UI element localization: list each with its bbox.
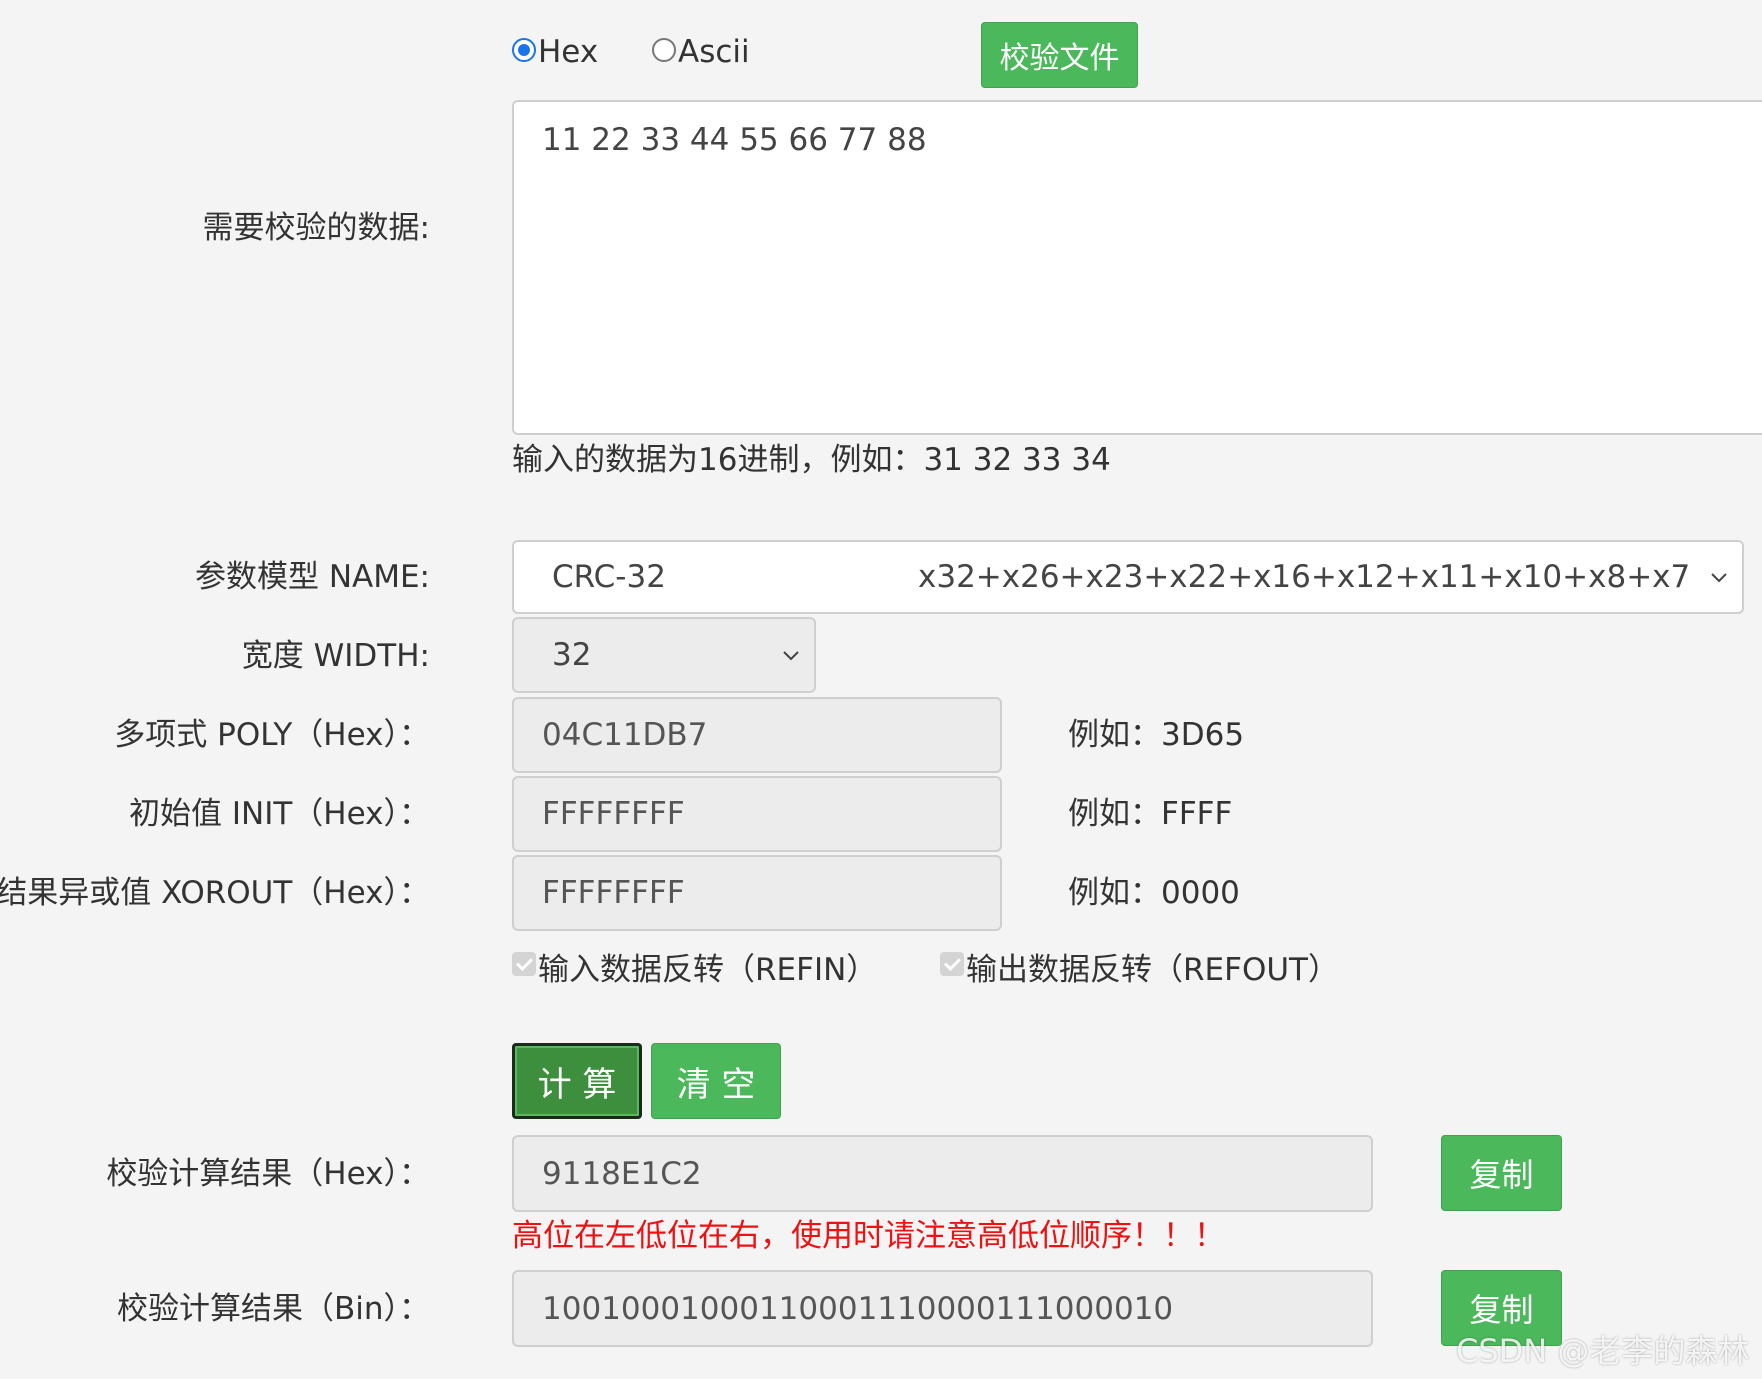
data-input-value: 11 22 33 44 55 66 77 88 bbox=[542, 122, 927, 158]
result-hex-value: 9118E1C2 bbox=[542, 1155, 702, 1192]
ascii-radio-label: Ascii bbox=[678, 34, 750, 70]
init-input-value: FFFFFFFF bbox=[542, 796, 685, 832]
width-select[interactable]: 32 bbox=[512, 617, 816, 693]
data-input-hint: 输入的数据为16进制，例如：31 32 33 34 bbox=[512, 442, 1111, 478]
verify-file-button[interactable]: 校验文件 bbox=[981, 22, 1138, 88]
copy-hex-button[interactable]: 复制 bbox=[1441, 1135, 1562, 1211]
data-input-textarea[interactable]: 11 22 33 44 55 66 77 88 bbox=[512, 100, 1762, 435]
chevron-down-icon bbox=[1711, 573, 1727, 583]
xorout-input-value: FFFFFFFF bbox=[542, 875, 685, 911]
poly-label: 多项式 POLY（Hex）： bbox=[114, 717, 430, 753]
xorout-label: 结果异或值 XOROUT（Hex）： bbox=[0, 875, 430, 911]
ascii-radio-circle[interactable] bbox=[652, 38, 676, 62]
poly-input[interactable]: 04C11DB7 bbox=[512, 697, 1002, 773]
hex-radio[interactable]: Hex bbox=[512, 32, 598, 72]
order-warning: 高位在左低位在右，使用时请注意高低位顺序！！！ bbox=[512, 1218, 1225, 1254]
watermark: CSDN @老李的森林 bbox=[1456, 1332, 1750, 1370]
result-hex-label: 校验计算结果（Hex）： bbox=[106, 1156, 430, 1192]
width-select-value: 32 bbox=[552, 637, 592, 673]
result-bin-label: 校验计算结果（Bin）： bbox=[116, 1291, 430, 1327]
refin-checkbox-box[interactable] bbox=[512, 952, 536, 976]
result-bin-input[interactable]: 10010001000110001110000111000010 bbox=[512, 1270, 1373, 1347]
refout-checkbox-label: 输出数据反转（REFOUT） bbox=[966, 952, 1339, 988]
init-input[interactable]: FFFFFFFF bbox=[512, 776, 1002, 852]
name-select[interactable]: CRC-32 x32+x26+x23+x22+x16+x12+x11+x10+x… bbox=[512, 540, 1744, 614]
result-hex-input[interactable]: 9118E1C2 bbox=[512, 1135, 1373, 1212]
name-label: 参数模型 NAME: bbox=[194, 559, 430, 595]
data-input-label: 需要校验的数据: bbox=[202, 210, 430, 246]
refin-checkbox-label: 输入数据反转（REFIN） bbox=[538, 952, 878, 988]
xorout-example: 例如：0000 bbox=[1068, 875, 1240, 911]
name-select-value: CRC-32 bbox=[552, 559, 666, 595]
hex-radio-label: Hex bbox=[538, 34, 599, 70]
poly-example: 例如：3D65 bbox=[1068, 717, 1245, 753]
poly-input-value: 04C11DB7 bbox=[542, 717, 708, 753]
name-select-poly-desc: x32+x26+x23+x22+x16+x12+x11+x10+x8+x7+x5… bbox=[918, 559, 1688, 595]
hex-radio-circle[interactable] bbox=[512, 38, 536, 62]
ascii-radio[interactable]: Ascii bbox=[652, 32, 750, 72]
init-example: 例如：FFFF bbox=[1068, 796, 1233, 832]
xorout-input[interactable]: FFFFFFFF bbox=[512, 855, 1002, 931]
refout-checkbox-box[interactable] bbox=[940, 952, 964, 976]
clear-button[interactable]: 清 空 bbox=[651, 1043, 781, 1119]
chevron-down-icon bbox=[783, 651, 799, 661]
refin-checkbox[interactable]: 输入数据反转（REFIN） bbox=[512, 950, 877, 990]
calculate-button[interactable]: 计 算 bbox=[512, 1043, 642, 1119]
result-bin-value: 10010001000110001110000111000010 bbox=[542, 1290, 1174, 1327]
width-label: 宽度 WIDTH: bbox=[241, 638, 430, 674]
init-label: 初始值 INIT（Hex）： bbox=[129, 796, 430, 832]
refout-checkbox[interactable]: 输出数据反转（REFOUT） bbox=[940, 950, 1339, 990]
